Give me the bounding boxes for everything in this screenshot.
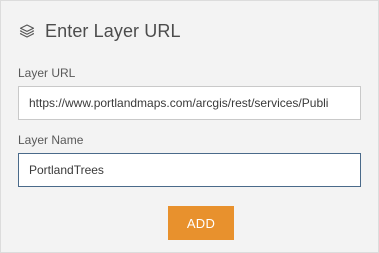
panel-header: Enter Layer URL [18,19,181,43]
enter-layer-url-panel: Enter Layer URL Layer URL Layer Name ADD [0,0,379,253]
layer-name-label: Layer Name [18,133,84,147]
layer-url-input[interactable] [18,86,361,120]
layer-url-label: Layer URL [18,66,76,80]
add-button[interactable]: ADD [168,206,234,240]
panel-title: Enter Layer URL [45,20,181,41]
layers-icon [18,22,36,40]
layer-name-input[interactable] [18,153,361,187]
